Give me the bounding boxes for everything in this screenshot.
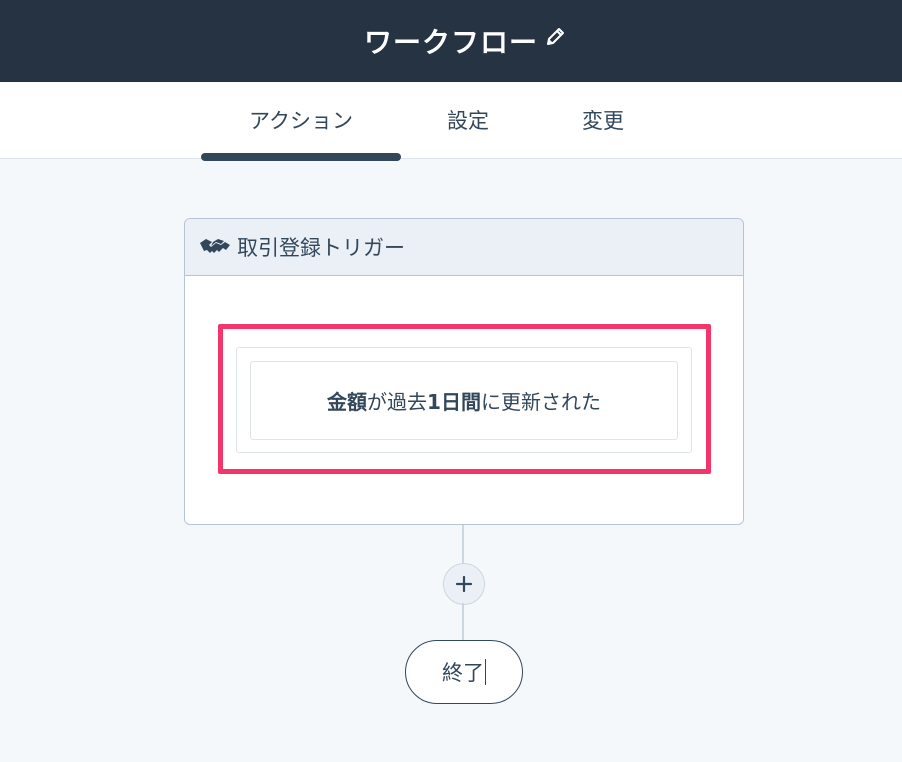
active-tab-indicator (201, 153, 401, 161)
trigger-title: 取引登録トリガー (237, 236, 405, 260)
condition-connector: が過去 (367, 390, 428, 414)
end-label: 終了 (442, 661, 484, 685)
condition-period: 1日間 (427, 390, 481, 414)
workflow-title: ワークフロー (363, 26, 538, 59)
end-node[interactable]: 終了 (405, 640, 523, 704)
handshake-icon (199, 235, 231, 259)
condition-field: 金額 (327, 390, 368, 414)
connector-line (462, 525, 464, 563)
tab-history[interactable]: 変更 (555, 82, 651, 158)
add-step-button[interactable] (443, 563, 485, 605)
text-cursor (485, 659, 486, 685)
tab-bar: アクション 設定 変更 (0, 82, 902, 159)
trigger-card-header: 取引登録トリガー (185, 219, 743, 276)
condition-action: に更新された (480, 390, 601, 414)
tab-actions[interactable]: アクション (201, 82, 401, 158)
tab-settings[interactable]: 設定 (420, 82, 516, 158)
connector-line (462, 603, 464, 641)
plus-icon (455, 575, 473, 593)
condition-filter[interactable]: 金額 が過去 1日間 に更新された (250, 361, 678, 440)
app-header: ワークフロー (0, 0, 902, 82)
pencil-icon[interactable] (544, 24, 568, 48)
